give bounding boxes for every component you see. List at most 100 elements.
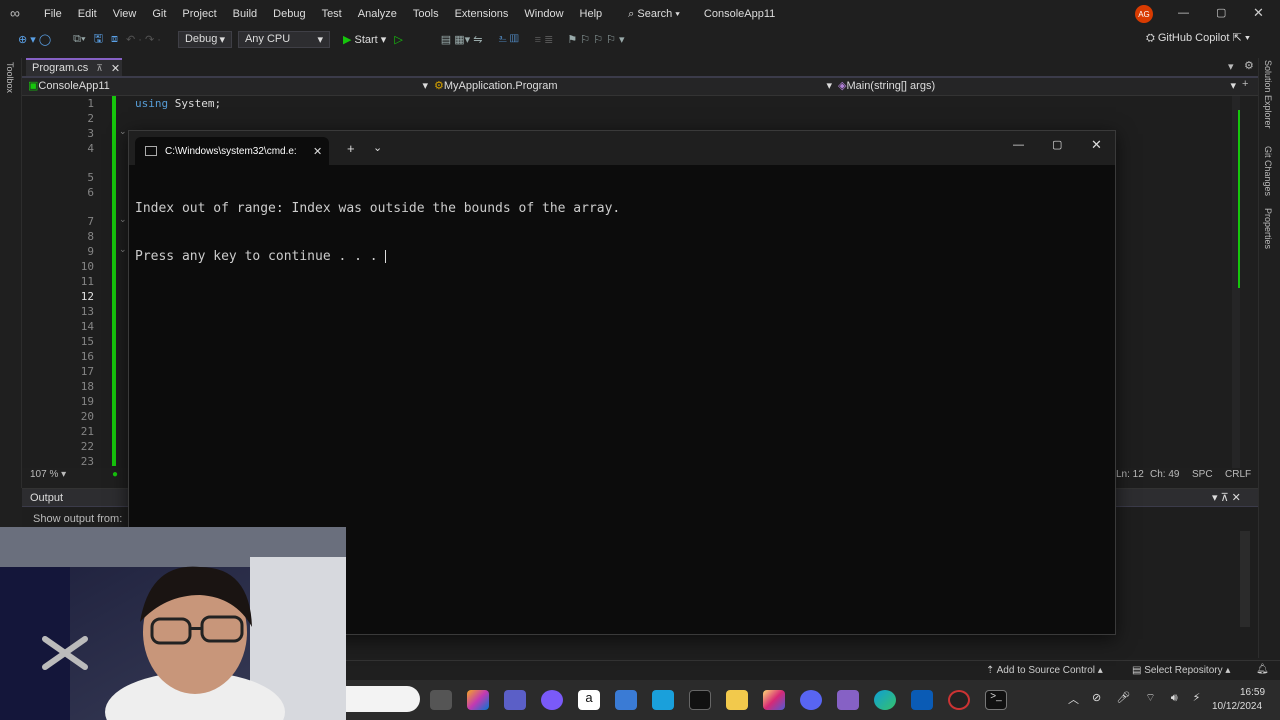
app-window-icon[interactable]: [911, 690, 933, 710]
tab-dropdown-icon[interactable]: ⌄: [373, 141, 382, 154]
chevron-down-icon: ▾: [422, 80, 428, 92]
menu-extensions[interactable]: Extensions: [447, 8, 517, 20]
taskbar-search-box[interactable]: [346, 686, 420, 712]
terminal-title-bar[interactable]: C:\Windows\system32\cmd.e: ✕ + ⌄ — ▢ ✕: [129, 131, 1115, 165]
member-nav-dropdown[interactable]: ◈Main(string[] args) ▾: [838, 79, 1236, 92]
fold-icon[interactable]: ⌄: [119, 244, 127, 255]
pin-icon[interactable]: ⊼: [96, 63, 103, 74]
tab-overflow-icon[interactable]: ▾: [1228, 60, 1234, 73]
undo-redo-icon[interactable]: ↶ · ↷ ·: [122, 33, 165, 46]
select-repository-button[interactable]: ▤ Select Repository ▴: [1132, 665, 1230, 676]
store-icon[interactable]: [615, 690, 637, 710]
code-namespace: System;: [174, 97, 222, 110]
column-indicator: Ch: 49: [1150, 469, 1180, 480]
copilot-app-icon[interactable]: [467, 690, 489, 710]
line-ending-indicator[interactable]: CRLF: [1225, 469, 1251, 480]
copilot-button[interactable]: ⛭ GitHub Copilot ⇱ ▾: [1146, 31, 1250, 45]
tray-icons[interactable]: ⊘ 🎤︎ ⌔ 🔊︎ ⚡︎: [1092, 691, 1206, 705]
clock-date[interactable]: 10/12/2024: [1212, 701, 1262, 712]
line-number: 19: [80, 395, 94, 408]
menu-file[interactable]: File: [36, 8, 70, 20]
menu-window[interactable]: Window: [516, 8, 571, 20]
search-button[interactable]: ⌕ Search ▾: [620, 8, 688, 21]
clock-time[interactable]: 16:59: [1240, 687, 1265, 698]
toolbox-tab[interactable]: Toolbox: [5, 62, 15, 93]
tab-close-icon[interactable]: ✕: [111, 62, 120, 75]
cmd-icon: [145, 146, 157, 156]
epic-games-icon[interactable]: [689, 690, 711, 710]
project-nav-dropdown[interactable]: ▣ConsoleApp11 ▾: [28, 79, 428, 92]
teams-icon[interactable]: [504, 690, 526, 710]
line-indicator: Ln: 12: [1116, 469, 1144, 480]
save-all-icon[interactable]: ⧈: [107, 33, 122, 46]
terminal-output[interactable]: Index out of range: Index was outside th…: [135, 169, 620, 297]
output-scrollbar[interactable]: [1240, 531, 1250, 627]
menu-git[interactable]: Git: [144, 8, 174, 20]
save-icon[interactable]: 🖫: [90, 30, 107, 49]
tab-label: Program.cs: [32, 62, 89, 74]
line-number: 11: [80, 275, 94, 288]
solution-explorer-tab[interactable]: Solution Explorer: [1263, 60, 1273, 129]
line-number: 6: [87, 186, 94, 199]
avatar[interactable]: AG: [1135, 5, 1153, 23]
app-circle-icon[interactable]: [541, 690, 563, 710]
zoom-dropdown[interactable]: 107 % ▾: [30, 469, 66, 480]
menu-help[interactable]: Help: [572, 8, 611, 20]
maximize-icon[interactable]: ▢: [1052, 138, 1062, 151]
menu-edit[interactable]: Edit: [70, 8, 105, 20]
settings-gear-icon[interactable]: ⚙: [1244, 59, 1254, 72]
menu-test[interactable]: Test: [314, 8, 350, 20]
class-nav-dropdown[interactable]: ⚙MyApplication.Program ▾: [434, 79, 832, 92]
toolbar-icons-group[interactable]: ▤ ▦▾ ⇋: [437, 33, 487, 46]
notification-bell-icon[interactable]: 🔔︎: [1256, 664, 1269, 675]
vs-logo-icon: ∞: [10, 5, 20, 21]
fold-icon[interactable]: ⌄: [119, 214, 127, 225]
tab-close-icon[interactable]: ✕: [313, 145, 322, 158]
back-forward-icon[interactable]: ⊕ ▾ ◯: [14, 33, 55, 46]
start-button[interactable]: ▶ Start ▾: [339, 33, 390, 46]
visual-studio-icon[interactable]: [837, 690, 859, 710]
edge-icon[interactable]: [874, 690, 896, 710]
file-explorer-icon[interactable]: [726, 690, 748, 710]
menu-debug[interactable]: Debug: [265, 8, 313, 20]
close-icon[interactable]: ✕: [1091, 137, 1102, 153]
whitespace-indicator[interactable]: SPC: [1192, 469, 1213, 480]
properties-tab[interactable]: Properties: [1263, 208, 1273, 249]
terminal-app-icon[interactable]: >_: [985, 690, 1007, 710]
config-dropdown[interactable]: Debug ▾: [177, 30, 232, 48]
menu-project[interactable]: Project: [174, 8, 224, 20]
new-tab-icon[interactable]: +: [347, 141, 355, 156]
toolbox-strip: Toolbox: [0, 58, 22, 488]
start-without-debug-icon[interactable]: ▷: [390, 33, 406, 46]
fold-icon[interactable]: ⌄: [119, 126, 127, 137]
play-icon: ▶: [342, 33, 352, 46]
panel-controls-icon[interactable]: ▾ ⊼ ✕: [1212, 491, 1241, 504]
photos-icon[interactable]: [652, 690, 674, 710]
task-view-icon[interactable]: [430, 690, 452, 710]
bookmark-icons[interactable]: ⚑ ⚐ ⚐ ⚐ ▾: [563, 33, 628, 46]
menu-tools[interactable]: Tools: [405, 8, 447, 20]
davinci-icon[interactable]: [948, 690, 970, 710]
minimize-icon[interactable]: —: [1178, 7, 1189, 19]
platform-dropdown[interactable]: Any CPU ▾: [237, 30, 330, 48]
menu-view[interactable]: View: [105, 8, 145, 20]
tray-chevron-up-icon[interactable]: ︿: [1068, 691, 1079, 707]
debug-tools-icons[interactable]: ⎁ ▥: [494, 33, 522, 46]
maximize-icon[interactable]: ▢: [1216, 6, 1226, 19]
terminal-tab[interactable]: C:\Windows\system32\cmd.e: ✕: [135, 137, 329, 165]
tab-program-cs[interactable]: Program.cs ⊼ ✕: [26, 58, 122, 76]
code-line-1: using System;: [135, 97, 221, 110]
instagram-icon[interactable]: [763, 690, 785, 710]
menu-analyze[interactable]: Analyze: [350, 8, 405, 20]
new-project-icon[interactable]: ⧉▾: [69, 33, 89, 46]
add-source-control-button[interactable]: ⇡ Add to Source Control ▴: [986, 665, 1103, 676]
editor-scrollbar[interactable]: [1232, 96, 1240, 468]
close-icon[interactable]: ✕: [1253, 5, 1264, 21]
amazon-icon[interactable]: a: [578, 690, 600, 710]
git-changes-tab[interactable]: Git Changes: [1263, 146, 1273, 196]
minimize-icon[interactable]: —: [1013, 139, 1024, 151]
discord-icon[interactable]: [800, 690, 822, 710]
split-add-icon[interactable]: +: [1242, 78, 1248, 90]
menu-build[interactable]: Build: [225, 8, 265, 20]
comment-icons[interactable]: ≡ ≣: [531, 33, 558, 46]
